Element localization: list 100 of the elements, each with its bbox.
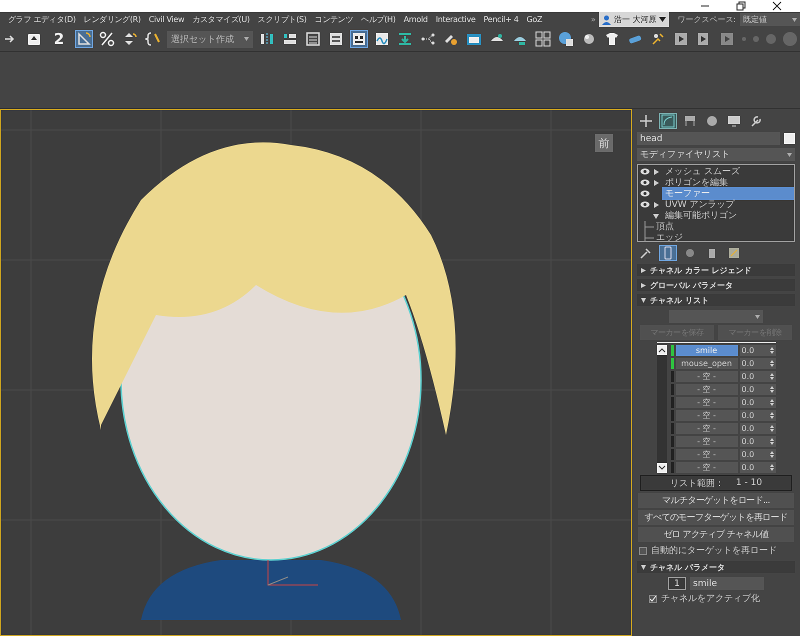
toolbar-button[interactable] xyxy=(672,30,690,48)
modifier-item[interactable]: モーファー xyxy=(662,187,794,200)
spinner-arrows-icon xyxy=(770,399,774,406)
scroll-down-icon xyxy=(656,463,666,473)
object-name-field[interactable]: head xyxy=(637,132,780,145)
channel-value-spinner[interactable]: 0.0 xyxy=(740,462,776,473)
stack-tool-button[interactable] xyxy=(659,245,677,261)
channel-name-button[interactable]: - 空 - xyxy=(676,397,738,408)
menu-item[interactable]: Interactive xyxy=(436,15,476,24)
stack-tool-icon xyxy=(639,246,653,260)
rollout-header[interactable]: チャネル カラー レジェンド xyxy=(637,264,795,276)
panel-tab[interactable] xyxy=(659,113,677,129)
modifier-list-dropdown[interactable]: モディファイヤリスト xyxy=(637,148,795,161)
panel-button[interactable]: ゼロ アクティブ チャネル値 xyxy=(638,527,794,542)
channel-name-button[interactable]: - 空 - xyxy=(676,371,738,382)
toolbar-button[interactable] xyxy=(603,30,621,48)
menu-item[interactable]: グラフ エディタ(D) xyxy=(8,14,76,25)
close-icon[interactable] xyxy=(772,1,782,11)
panel-tab-icon xyxy=(639,114,653,128)
channel-number-field[interactable]: 1 xyxy=(668,577,686,590)
spinner-arrows-icon xyxy=(770,451,774,458)
tool-icon xyxy=(535,31,551,47)
tool-icon xyxy=(282,31,298,47)
channel-name-button[interactable]: - 空 - xyxy=(676,436,738,447)
sub-object-item[interactable]: 頂点 xyxy=(656,220,674,233)
channel-name-button[interactable]: - 空 - xyxy=(676,449,738,460)
tool-icon xyxy=(420,31,436,47)
checkmark-icon xyxy=(650,596,656,602)
tool-icon xyxy=(581,31,597,47)
toolbar-button[interactable] xyxy=(557,30,575,48)
channel-scrollbar[interactable] xyxy=(656,345,666,473)
channel-value-spinner[interactable]: 0.0 xyxy=(740,345,776,356)
expand-arrow-icon xyxy=(641,282,646,288)
brush-size-icon xyxy=(765,33,777,45)
channel-name-button[interactable]: mouse_open xyxy=(676,358,738,369)
channel-name-button[interactable]: - 空 - xyxy=(676,423,738,434)
channel-name-button[interactable]: - 空 - xyxy=(676,462,738,473)
menu-item[interactable]: ヘルプ(H) xyxy=(361,14,396,25)
channel-value-spinner[interactable]: 0.0 xyxy=(740,397,776,408)
rollout-header[interactable]: チャネル パラメータ xyxy=(637,561,795,573)
toolbar-button[interactable] xyxy=(327,30,345,48)
panel-tab-icon xyxy=(727,114,741,128)
user-account-button[interactable]: 浩一 大河原 xyxy=(598,12,670,27)
tool-icon xyxy=(604,31,620,47)
caret-icon xyxy=(659,17,666,22)
panel-button[interactable]: すべてのモーフターゲットを再ロード xyxy=(638,510,794,525)
caret-icon xyxy=(787,152,792,156)
tool-icon xyxy=(328,31,344,47)
panel-tab[interactable] xyxy=(637,113,655,129)
channel-value-spinner[interactable]: 0.0 xyxy=(740,410,776,421)
channel-value-spinner[interactable]: 0.0 xyxy=(740,384,776,395)
tool-icon xyxy=(397,31,413,47)
toolbar-button[interactable] xyxy=(373,30,391,48)
channel-name-button[interactable]: smile xyxy=(676,345,738,356)
modifier-item[interactable]: メッシュ スムーズ xyxy=(662,165,794,178)
modifier-item[interactable]: 編集可能ポリゴン xyxy=(662,209,794,222)
channel-value-spinner[interactable]: 0.0 xyxy=(740,436,776,447)
tree-line-icon xyxy=(644,221,654,232)
toolbar-button[interactable] xyxy=(98,30,116,48)
spinner-arrows-icon xyxy=(770,386,774,393)
menu-item[interactable]: カスタマイズ(U) xyxy=(192,14,250,25)
menu-item[interactable]: Civil View xyxy=(148,15,184,24)
channel-value-spinner[interactable]: 0.0 xyxy=(740,449,776,460)
checkbox[interactable] xyxy=(639,546,647,554)
rollout-header[interactable]: グローバル パラメータ xyxy=(637,279,795,291)
caret-icon xyxy=(244,37,249,41)
toolbar-button[interactable] xyxy=(304,30,322,48)
menu-item[interactable]: スクリプト(S) xyxy=(258,14,307,25)
menu-item[interactable]: Arnold xyxy=(404,15,428,24)
panel-button[interactable]: マルチターゲットをロード... xyxy=(638,493,794,508)
tool-icon xyxy=(673,31,689,47)
channel-value-spinner[interactable]: 0.0 xyxy=(740,358,776,369)
checkbox[interactable] xyxy=(649,594,657,602)
rollout-header[interactable]: チャネル リスト xyxy=(637,294,795,306)
menu-item[interactable]: Pencil+ 4 xyxy=(484,15,519,24)
spinner-arrows-icon xyxy=(770,412,774,419)
workspace-dropdown[interactable]: 既定値 xyxy=(740,13,800,26)
channel-name-button[interactable]: - 空 - xyxy=(676,384,738,395)
sub-object-item[interactable]: エッジ xyxy=(656,231,683,241)
snap-toggle-button[interactable]: 2 xyxy=(48,30,70,48)
toolbar-button[interactable] xyxy=(144,30,162,48)
object-color-swatch[interactable] xyxy=(784,133,795,144)
channel-value-spinner[interactable]: 0.0 xyxy=(740,423,776,434)
checkbox-label: 自動的にターゲットを再ロード xyxy=(651,544,777,557)
menu-item[interactable]: コンテンツ xyxy=(314,14,354,25)
restore-icon[interactable] xyxy=(736,1,746,11)
modifier-item[interactable]: ポリゴンを編集 xyxy=(662,176,794,189)
channel-name-field[interactable]: smile xyxy=(690,577,764,590)
menu-item[interactable]: GoZ xyxy=(526,15,542,24)
overflow-menu-button[interactable]: » xyxy=(590,15,596,24)
toolbar-button[interactable] xyxy=(534,30,552,48)
channel-value-spinner[interactable]: 0.0 xyxy=(740,371,776,382)
modifier-item[interactable]: UVW アンラップ xyxy=(662,198,794,211)
toolbar-button[interactable] xyxy=(350,30,368,48)
selection-set-dropdown[interactable]: 選択セット作成 xyxy=(167,30,253,48)
view-cube-button[interactable]: 前 xyxy=(595,134,613,152)
panel-tab[interactable] xyxy=(725,113,743,129)
channel-name-button[interactable]: - 空 - xyxy=(676,410,738,421)
menu-item[interactable]: レンダリング(R) xyxy=(84,14,141,25)
expand-arrow-icon xyxy=(641,268,646,272)
